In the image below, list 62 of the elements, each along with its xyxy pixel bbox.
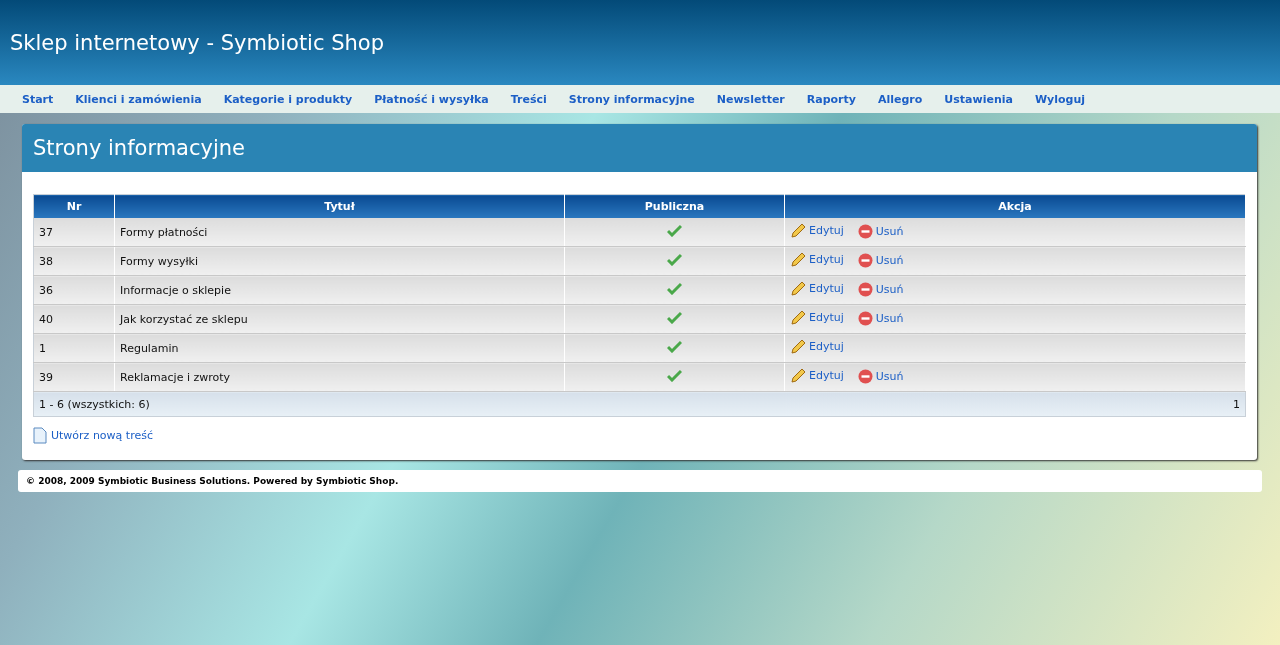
- checkmark-icon: [667, 224, 682, 237]
- copyright-text: © 2008, 2009 Symbiotic Business Solutions. Powered by Symbiotic Shop.: [18, 470, 1262, 492]
- checkmark-icon: [667, 311, 682, 324]
- pencil-icon: [790, 367, 806, 384]
- pencil-icon: [790, 309, 806, 326]
- table-cell: Regulamin: [114, 333, 565, 363]
- edit-link[interactable]: Edytuj: [790, 280, 844, 297]
- checkmark-icon: [667, 340, 682, 353]
- delete-link[interactable]: Usuń: [857, 252, 904, 268]
- edit-link[interactable]: Edytuj: [790, 222, 844, 239]
- delete-link[interactable]: Usuń: [857, 223, 904, 239]
- table-cell: Informacje o sklepie: [114, 275, 565, 305]
- table-cell: 39: [33, 362, 115, 392]
- edit-link[interactable]: Edytuj: [790, 251, 844, 268]
- nav-link[interactable]: Allegro: [867, 92, 934, 106]
- delete-icon: [857, 281, 873, 297]
- edit-link[interactable]: Edytuj: [790, 367, 844, 384]
- table-cell: 37: [33, 218, 115, 247]
- table-cell: Formy płatności: [114, 218, 565, 247]
- panel-title: Strony informacyjne: [22, 124, 1257, 172]
- table-cell: Formy wysyłki: [114, 246, 565, 276]
- edit-link[interactable]: Edytuj: [790, 338, 844, 355]
- column-header: Tytuł: [114, 194, 565, 218]
- pencil-icon: [790, 222, 806, 239]
- page-number[interactable]: 1: [784, 391, 1246, 417]
- table-cell: 38: [33, 246, 115, 276]
- pencil-icon: [790, 338, 806, 355]
- delete-link[interactable]: Usuń: [857, 310, 904, 326]
- nav-link[interactable]: Wyloguj: [1023, 92, 1097, 106]
- nav-link[interactable]: Raporty: [795, 92, 867, 106]
- nav-link[interactable]: Treści: [499, 92, 558, 106]
- checkmark-icon: [667, 369, 682, 382]
- delete-icon: [857, 310, 873, 326]
- table-cell: Reklamacje i zwroty: [114, 362, 565, 392]
- pencil-icon: [790, 280, 806, 297]
- delete-link[interactable]: Usuń: [857, 281, 904, 297]
- edit-link[interactable]: Edytuj: [790, 309, 844, 326]
- nav-link[interactable]: Newsletter: [705, 92, 796, 106]
- checkmark-icon: [667, 282, 682, 295]
- nav-link[interactable]: Strony informacyjne: [557, 92, 706, 106]
- delete-icon: [857, 252, 873, 268]
- column-header: Nr: [33, 194, 115, 218]
- site-title: Sklep internetowy - Symbiotic Shop: [10, 30, 384, 55]
- document-icon: [33, 427, 47, 444]
- table-cell: 1: [33, 333, 115, 363]
- nav-link[interactable]: Płatność i wysyłka: [363, 92, 500, 106]
- checkmark-icon: [667, 253, 682, 266]
- pencil-icon: [790, 251, 806, 268]
- pagination-summary: 1 - 6 (wszystkich: 6): [33, 391, 785, 417]
- column-header: Publiczna: [564, 194, 785, 218]
- table-cell: 36: [33, 275, 115, 305]
- create-link[interactable]: Utwórz nową treść: [33, 427, 153, 444]
- nav-link[interactable]: Ustawienia: [933, 92, 1024, 106]
- column-header: Akcja: [784, 194, 1246, 218]
- delete-icon: [857, 223, 873, 239]
- table-cell: Jak korzystać ze sklepu: [114, 304, 565, 334]
- delete-link[interactable]: Usuń: [857, 368, 904, 384]
- nav-link[interactable]: Klienci i zamówienia: [64, 92, 213, 106]
- nav-link[interactable]: Start: [11, 92, 65, 106]
- table-cell: 40: [33, 304, 115, 334]
- nav-link[interactable]: Kategorie i produkty: [212, 92, 364, 106]
- delete-icon: [857, 368, 873, 384]
